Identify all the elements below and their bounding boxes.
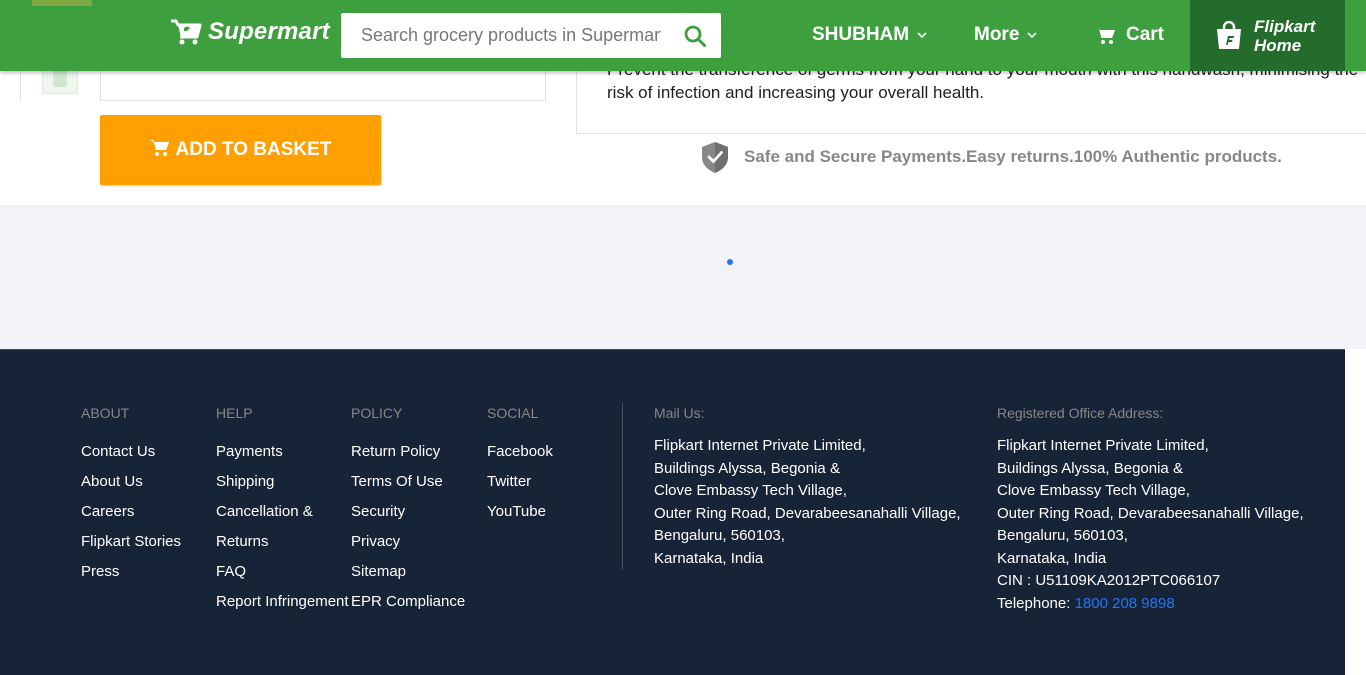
more-menu[interactable]: More bbox=[974, 24, 1037, 46]
footer-about-column: ABOUT Contact Us About Us Careers Flipka… bbox=[81, 403, 181, 587]
account-menu[interactable]: SHUBHAM bbox=[812, 24, 927, 46]
flipkart-home-button[interactable]: Flipkart Home bbox=[1190, 0, 1345, 71]
supermart-logo[interactable]: Supermart bbox=[170, 18, 330, 46]
flipkart-bag-icon bbox=[1217, 20, 1241, 49]
flipkart-home-label: Flipkart Home bbox=[1254, 16, 1316, 55]
footer-link-report-infringement[interactable]: Report Infringement bbox=[216, 587, 349, 617]
address-line: Karnataka, India bbox=[997, 549, 1107, 567]
telephone-line: Telephone: 1800 208 9898 bbox=[997, 593, 1304, 616]
logo-text: Supermart bbox=[208, 18, 330, 45]
cart-icon bbox=[1095, 27, 1115, 44]
footer-link-press[interactable]: Press bbox=[81, 557, 181, 587]
footer-help-column: HELP Payments Shipping Cancellation & Re… bbox=[216, 403, 349, 617]
secure-payments-row: Safe and Secure Payments.Easy returns.10… bbox=[700, 140, 1282, 174]
footer-link-security[interactable]: Security bbox=[351, 497, 465, 527]
footer: ABOUT Contact Us About Us Careers Flipka… bbox=[0, 349, 1345, 675]
footer-social-column: SOCIAL Facebook Twitter YouTube bbox=[487, 403, 553, 527]
search-bar bbox=[341, 13, 721, 58]
secure-payments-text: Safe and Secure Payments.Easy returns.10… bbox=[744, 147, 1282, 166]
address-line: Bengaluru, 560103, bbox=[997, 527, 1128, 544]
footer-help-title: HELP bbox=[216, 405, 253, 421]
footer-link-returns[interactable]: Returns bbox=[216, 527, 349, 557]
footer-link-privacy[interactable]: Privacy bbox=[351, 527, 465, 557]
add-to-basket-label: ADD TO BASKET bbox=[175, 139, 332, 160]
footer-policy-title: POLICY bbox=[351, 405, 403, 421]
cart-icon bbox=[149, 140, 169, 156]
header-thumbnail-peek bbox=[32, 0, 92, 6]
address-line: Clove Embassy Tech Village, bbox=[997, 482, 1190, 499]
footer-link-shipping[interactable]: Shipping bbox=[216, 467, 349, 497]
search-button[interactable] bbox=[669, 13, 721, 58]
search-input[interactable] bbox=[341, 13, 661, 58]
address-line: Bengaluru, 560103, bbox=[654, 527, 785, 544]
footer-link-return-policy[interactable]: Return Policy bbox=[351, 437, 465, 467]
footer-link-faq[interactable]: FAQ bbox=[216, 557, 349, 587]
footer-mail-title: Mail Us: bbox=[654, 405, 705, 421]
cart-label: Cart bbox=[1126, 24, 1165, 45]
more-label: More bbox=[974, 24, 1020, 45]
footer-about-title: ABOUT bbox=[81, 405, 130, 421]
telephone-number-link[interactable]: 1800 208 9898 bbox=[1075, 595, 1175, 612]
telephone-label: Telephone: bbox=[997, 594, 1071, 612]
address-line: Karnataka, India bbox=[654, 549, 764, 567]
chevron-down-icon bbox=[917, 31, 927, 38]
footer-link-contact-us[interactable]: Contact Us bbox=[81, 437, 181, 467]
footer-link-facebook[interactable]: Facebook bbox=[487, 437, 553, 467]
account-label: SHUBHAM bbox=[812, 24, 910, 45]
address-line: Outer Ring Road, Devarabeesanahalli Vill… bbox=[997, 504, 1304, 522]
footer-link-cancellation[interactable]: Cancellation & bbox=[216, 497, 349, 527]
footer-mail-address: Mail Us: Flipkart Internet Private Limit… bbox=[654, 403, 961, 570]
footer-social-title: SOCIAL bbox=[487, 405, 539, 421]
cin-line: CIN : U51109KA2012PTC066107 bbox=[997, 572, 1221, 589]
footer-link-twitter[interactable]: Twitter bbox=[487, 467, 553, 497]
cart-button[interactable]: Cart bbox=[1094, 24, 1164, 46]
address-line: Flipkart Internet Private Limited, bbox=[654, 437, 866, 454]
footer-office-title: Registered Office Address: bbox=[997, 405, 1164, 421]
supermart-cart-logo-icon bbox=[171, 19, 202, 45]
loading-section bbox=[0, 205, 1366, 349]
footer-registered-office: Registered Office Address: Flipkart Inte… bbox=[997, 403, 1304, 615]
footer-link-payments[interactable]: Payments bbox=[216, 437, 349, 467]
address-line: Clove Embassy Tech Village, bbox=[654, 482, 847, 499]
loading-spinner bbox=[727, 259, 733, 265]
chevron-down-icon bbox=[1027, 31, 1037, 38]
footer-link-flipkart-stories[interactable]: Flipkart Stories bbox=[81, 527, 181, 557]
footer-link-careers[interactable]: Careers bbox=[81, 497, 181, 527]
footer-link-youtube[interactable]: YouTube bbox=[487, 497, 553, 527]
footer-link-epr-compliance[interactable]: EPR Compliance bbox=[351, 587, 465, 617]
address-line: Flipkart Internet Private Limited, bbox=[997, 437, 1209, 454]
address-line: Outer Ring Road, Devarabeesanahalli Vill… bbox=[654, 504, 961, 522]
search-icon bbox=[684, 25, 706, 47]
address-line: Buildings Alyssa, Begonia & bbox=[997, 459, 1183, 477]
address-line: Buildings Alyssa, Begonia & bbox=[654, 459, 840, 477]
top-header: Supermart SHUBHAM More Cart Flipkart Hom… bbox=[0, 0, 1366, 71]
shield-check-icon bbox=[702, 142, 728, 173]
footer-link-sitemap[interactable]: Sitemap bbox=[351, 557, 465, 587]
footer-divider bbox=[622, 403, 623, 570]
footer-policy-column: POLICY Return Policy Terms Of Use Securi… bbox=[351, 403, 465, 617]
footer-link-terms-of-use[interactable]: Terms Of Use bbox=[351, 467, 465, 497]
footer-link-about-us[interactable]: About Us bbox=[81, 467, 181, 497]
add-to-basket-button[interactable]: ADD TO BASKET bbox=[100, 115, 381, 185]
